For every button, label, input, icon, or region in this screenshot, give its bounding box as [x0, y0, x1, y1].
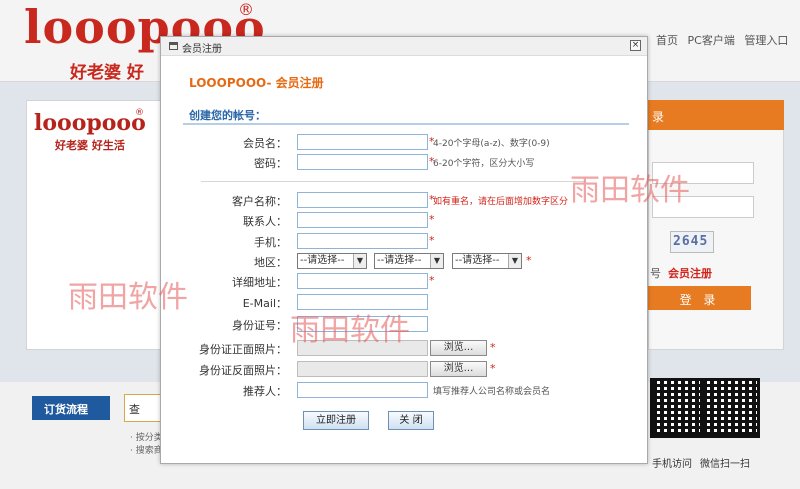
- mobile-label: 手机：: [254, 236, 287, 249]
- password-row: 密码： * 6-20个字符，区分大小写: [161, 154, 649, 171]
- brand-panel-slogan: 好老婆 好生活: [55, 139, 125, 152]
- order-flow-tab[interactable]: 订货流程: [32, 396, 110, 420]
- email-label: E-Mail：: [242, 297, 287, 310]
- email-input[interactable]: [297, 294, 428, 310]
- city-select-value: --请选择--: [377, 255, 422, 266]
- contact-input[interactable]: [297, 212, 428, 228]
- referrer-row: 推荐人： 填写推荐人公司名称或会员名: [161, 382, 649, 399]
- form-divider: [201, 181, 585, 182]
- register-dialog: 会员注册 × LOOOPOOO- 会员注册 创建您的帐号： 会员名： * 4-2…: [160, 36, 648, 464]
- logo-slogan: 好老婆 好: [70, 63, 144, 83]
- district-select-value: --请选择--: [455, 255, 500, 266]
- customer-name-row: 客户名称： * 如有重名，请在后面增加数字区分: [161, 192, 649, 209]
- member-name-row: 会员名： * 4-20个字母(a-z)、数字(0-9): [161, 134, 649, 151]
- id-back-label: 身份证反面照片：: [199, 364, 287, 377]
- required-mark: *: [490, 362, 496, 375]
- password-hint: 6-20个字符，区分大小写: [433, 159, 535, 169]
- close-icon[interactable]: ×: [630, 40, 641, 51]
- wechat-qr-caption: 微信扫一扫: [700, 459, 750, 470]
- city-select[interactable]: --请选择-- ▼: [374, 253, 444, 269]
- id-front-browse-button[interactable]: 浏览...: [430, 340, 487, 356]
- top-link-home[interactable]: 首页: [656, 34, 678, 47]
- required-mark: *: [429, 274, 435, 287]
- id-front-row: 身份证正面照片： 浏览... *: [161, 340, 649, 357]
- customer-name-input[interactable]: [297, 192, 428, 208]
- email-row: E-Mail：: [161, 294, 649, 311]
- footer-hint-category: · 按分类: [130, 433, 163, 443]
- required-mark: *: [429, 213, 435, 226]
- login-password-input[interactable]: [652, 196, 754, 218]
- contact-label: 联系人：: [243, 215, 287, 228]
- dropdown-arrow-icon: ▼: [508, 254, 521, 268]
- dialog-title: 会员注册: [182, 44, 222, 55]
- footer-hint-search: · 搜索商: [130, 446, 163, 456]
- mobile-row: 手机： *: [161, 233, 649, 250]
- required-mark: *: [429, 234, 435, 247]
- search-box[interactable]: 查: [124, 394, 164, 422]
- register-link[interactable]: 会员注册: [668, 265, 712, 281]
- region-label: 地区：: [254, 256, 287, 269]
- section-title: 创建您的帐号：: [189, 109, 266, 122]
- mobile-input[interactable]: [297, 233, 428, 249]
- id-front-file-path[interactable]: [297, 340, 428, 356]
- member-name-label: 会员名：: [243, 137, 287, 150]
- login-button[interactable]: 登 录: [648, 286, 751, 310]
- top-link-admin[interactable]: 管理入口: [744, 34, 788, 47]
- window-icon: [169, 42, 178, 50]
- dialog-titlebar[interactable]: 会员注册 ×: [161, 37, 647, 56]
- close-dialog-button[interactable]: 关 闭: [388, 411, 434, 430]
- login-account-label: 号: [650, 267, 661, 280]
- address-row: 详细地址： *: [161, 273, 649, 290]
- login-username-input[interactable]: [652, 162, 754, 184]
- login-panel-tab: 录: [648, 100, 784, 130]
- id-number-row: 身份证号：: [161, 316, 649, 333]
- member-name-input[interactable]: [297, 134, 428, 150]
- brand-panel-logo: looopooo: [34, 110, 146, 136]
- top-links: 首页 PC客户端 管理入口: [650, 32, 788, 48]
- dropdown-arrow-icon: ▼: [353, 254, 366, 268]
- id-number-input[interactable]: [297, 316, 428, 332]
- login-panel: [648, 100, 784, 350]
- password-label: 密码：: [254, 157, 287, 170]
- contact-row: 联系人： *: [161, 212, 649, 229]
- id-back-browse-button[interactable]: 浏览...: [430, 361, 487, 377]
- id-back-row: 身份证反面照片： 浏览... *: [161, 361, 649, 378]
- captcha-image[interactable]: 2645: [670, 231, 714, 253]
- province-select-value: --请选择--: [300, 255, 345, 266]
- customer-name-label: 客户名称：: [232, 195, 287, 208]
- logo-registered-mark: ®: [238, 0, 254, 19]
- referrer-hint: 填写推荐人公司名称或会员名: [433, 387, 551, 397]
- password-input[interactable]: [297, 154, 428, 170]
- province-select[interactable]: --请选择-- ▼: [297, 253, 367, 269]
- address-input[interactable]: [297, 273, 428, 289]
- mobile-qr-caption: 手机访问: [652, 459, 692, 470]
- referrer-label: 推荐人：: [243, 385, 287, 398]
- id-back-file-path[interactable]: [297, 361, 428, 377]
- address-label: 详细地址：: [232, 276, 287, 289]
- brand-panel-registered-mark: ®: [135, 108, 144, 118]
- wechat-qr-code-icon: [700, 378, 760, 438]
- referrer-input[interactable]: [297, 382, 428, 398]
- top-link-pc-client[interactable]: PC客户端: [688, 34, 735, 47]
- register-heading: LOOOPOOO- 会员注册: [189, 76, 324, 90]
- district-select[interactable]: --请选择-- ▼: [452, 253, 522, 269]
- id-number-label: 身份证号：: [232, 319, 287, 332]
- region-row: 地区： --请选择-- ▼ --请选择-- ▼ --请选择-- ▼ *: [161, 253, 649, 270]
- required-mark: *: [526, 254, 532, 267]
- submit-register-button[interactable]: 立即注册: [303, 411, 369, 430]
- dropdown-arrow-icon: ▼: [430, 254, 443, 268]
- customer-name-hint: 如有重名，请在后面增加数字区分: [433, 197, 569, 207]
- member-name-hint: 4-20个字母(a-z)、数字(0-9): [433, 139, 550, 149]
- id-front-label: 身份证正面照片：: [199, 343, 287, 356]
- required-mark: *: [490, 341, 496, 354]
